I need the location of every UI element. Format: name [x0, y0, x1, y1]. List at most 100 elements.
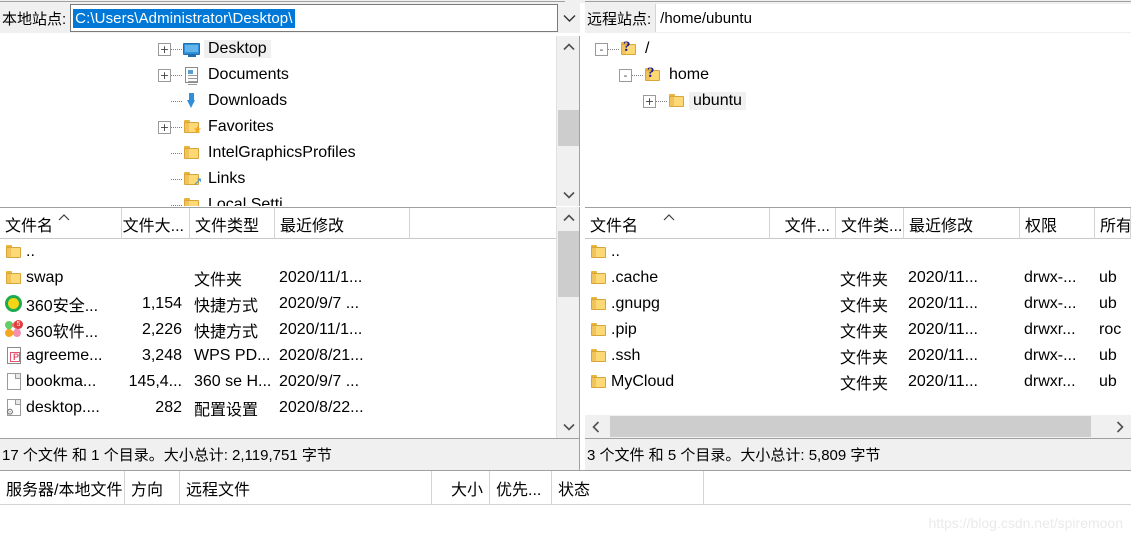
- remote-cell-name: .cache: [611, 269, 659, 286]
- local-status-bar: 17 个文件 和 1 个目录。大小总计: 2,119,751 字节: [0, 438, 580, 470]
- remote-cell-size: [770, 317, 836, 343]
- remote-tree-node[interactable]: -? home: [585, 62, 1131, 88]
- remote-list-hscrollbar[interactable]: [585, 415, 1131, 438]
- remote-directory-tree[interactable]: -? / -? home + ubuntu: [585, 36, 1131, 206]
- tree-connector: [171, 152, 182, 154]
- local-table-row[interactable]: agreeme... 3,248 WPS PD... 2020/8/21...: [0, 343, 579, 369]
- local-file-list[interactable]: 文件名 文件大... 文件类型 最近修改 .. swap 文件夹 2020/11/1... +…: [0, 207, 580, 438]
- local-table-row[interactable]: ..: [0, 239, 579, 265]
- scroll-right-icon[interactable]: [1109, 415, 1131, 438]
- local-column-header-date[interactable]: 最近修改: [275, 208, 410, 239]
- local-tree-vscrollbar[interactable]: [556, 36, 579, 206]
- remote-cell-name: .ssh: [611, 347, 641, 364]
- scroll-thumb[interactable]: [558, 110, 579, 146]
- column-header-label: 文件大...: [122, 217, 184, 235]
- local-path-input[interactable]: C:\Users\Administrator\Desktop\: [70, 4, 558, 32]
- local-table-row[interactable]: 5 360软件... 2,226 快捷方式 2020/11/1...: [0, 317, 579, 343]
- column-header-label: 最近修改: [280, 217, 345, 235]
- scroll-thumb[interactable]: [558, 231, 579, 297]
- remote-cell-size: [770, 239, 836, 265]
- queue-column-header[interactable]: 方向: [125, 471, 180, 504]
- local-tree-node[interactable]: Local Setti: [0, 192, 556, 206]
- remote-column-header-owner[interactable]: 所有: [1095, 208, 1131, 239]
- local-tree-node[interactable]: + Documents: [0, 62, 556, 88]
- queue-column-header[interactable]: 服务器/本地文件: [0, 471, 125, 504]
- local-cell-size: 282: [155, 399, 182, 416]
- remote-cell-type: 文件夹: [840, 324, 889, 341]
- download-arrow-icon: [187, 93, 196, 109]
- scroll-up-icon[interactable]: [557, 36, 580, 58]
- remote-path-input[interactable]: /home/ubuntu: [655, 4, 1131, 32]
- tree-expander[interactable]: -: [619, 68, 632, 82]
- scroll-left-icon[interactable]: [585, 415, 607, 438]
- remote-cell-size: [770, 265, 836, 291]
- remote-cell-type: [836, 239, 904, 265]
- chevron-down-icon[interactable]: [558, 4, 580, 32]
- local-cell-name: 360软件...: [26, 324, 99, 341]
- local-column-header-name[interactable]: 文件名: [0, 208, 122, 239]
- remote-table-row[interactable]: .pip 文件夹 2020/11... drwxr... roc: [585, 317, 1131, 343]
- local-tree-node[interactable]: ↗ Links: [0, 166, 556, 192]
- local-column-header-type[interactable]: 文件类型: [190, 208, 275, 239]
- queue-column-header[interactable]: 状态: [552, 471, 704, 504]
- folder-icon: [669, 94, 684, 107]
- local-tree-view[interactable]: + Desktop + Documents Downloads + ★ Favorites In…: [0, 36, 556, 206]
- queue-column-header[interactable]: 大小: [432, 471, 490, 504]
- remote-table-row[interactable]: .cache 文件夹 2020/11... drwx-... ub: [585, 265, 1131, 291]
- local-table-row[interactable]: swap 文件夹 2020/11/1...: [0, 265, 579, 291]
- remote-cell-owner: ub: [1099, 269, 1117, 286]
- local-cell-type: WPS PD...: [194, 347, 271, 364]
- local-table-row[interactable]: bookma... 145,4... 360 se H... 2020/9/7 ...: [0, 369, 579, 395]
- remote-column-header-perm[interactable]: 权限: [1020, 208, 1095, 239]
- local-table-row[interactable]: +360安全... 1,154 快捷方式 2020/9/7 ...: [0, 291, 579, 317]
- remote-tree-node[interactable]: -? /: [585, 36, 1131, 62]
- tree-expander[interactable]: +: [643, 94, 656, 108]
- local-directory-tree[interactable]: + Desktop + Documents Downloads + ★ Favorites In…: [0, 36, 580, 206]
- local-tree-node[interactable]: + Desktop: [0, 36, 556, 62]
- local-tree-node[interactable]: Downloads: [0, 88, 556, 114]
- remote-column-header-date[interactable]: 最近修改: [904, 208, 1020, 239]
- remote-cell-date: 2020/11...: [908, 347, 978, 364]
- queue-column-header[interactable]: 优先...: [490, 471, 552, 504]
- remote-column-header-size[interactable]: 文件...: [770, 208, 836, 239]
- queue-header[interactable]: 服务器/本地文件 方向 远程文件 大小 优先... 状态: [0, 471, 1131, 505]
- remote-file-list[interactable]: 文件名 文件... 文件类... 最近修改 权限 所有 .. .cache 文件夹 2020/1…: [585, 207, 1131, 438]
- local-column-header-size[interactable]: 文件大...: [122, 208, 190, 239]
- transfer-queue[interactable]: 服务器/本地文件 方向 远程文件 大小 优先... 状态 https://blog.csd…: [0, 470, 1131, 537]
- local-tree-node[interactable]: + ★ Favorites: [0, 114, 556, 140]
- local-table-row[interactable]: ⚙ desktop.... 282 配置设置 2020/8/22...: [0, 395, 579, 421]
- remote-status-bar: 3 个文件 和 5 个目录。大小总计: 5,809 字节: [585, 438, 1131, 470]
- remote-tree-view[interactable]: -? / -? home + ubuntu: [585, 36, 1131, 206]
- local-tree-node[interactable]: IntelGraphicsProfiles: [0, 140, 556, 166]
- remote-column-header-type[interactable]: 文件类...: [836, 208, 904, 239]
- remote-table-row[interactable]: ..: [585, 239, 1131, 265]
- remote-tree-node[interactable]: + ubuntu: [585, 88, 1131, 114]
- tree-expander[interactable]: -: [595, 42, 608, 56]
- local-cell-date: 2020/11/1...: [279, 269, 363, 286]
- scroll-down-icon[interactable]: [557, 416, 580, 438]
- local-cell-size: [122, 239, 190, 265]
- tree-expander[interactable]: +: [158, 42, 171, 56]
- tree-expander[interactable]: +: [158, 120, 171, 134]
- queue-column-header[interactable]: 远程文件: [180, 471, 432, 504]
- remote-column-header-name[interactable]: 文件名: [585, 208, 770, 239]
- local-list-rows[interactable]: .. swap 文件夹 2020/11/1... +360安全... 1,154 快捷方式 2…: [0, 239, 579, 438]
- remote-list-rows[interactable]: .. .cache 文件夹 2020/11... drwx-... ub .gnupg 文件夹…: [585, 239, 1131, 415]
- tree-node-label: Desktop: [204, 40, 271, 58]
- tree-connector: [171, 74, 182, 76]
- remote-table-row[interactable]: .gnupg 文件夹 2020/11... drwx-... ub: [585, 291, 1131, 317]
- scroll-up-icon[interactable]: [557, 207, 580, 229]
- local-cell-size: 1,154: [141, 295, 182, 312]
- remote-list-header[interactable]: 文件名 文件... 文件类... 最近修改 权限 所有: [585, 207, 1131, 239]
- remote-table-row[interactable]: .ssh 文件夹 2020/11... drwx-... ub: [585, 343, 1131, 369]
- scroll-down-icon[interactable]: [557, 184, 580, 206]
- scroll-thumb[interactable]: [610, 416, 1091, 437]
- remote-cell-perm: drwx-...: [1024, 347, 1077, 364]
- local-cell-size: 145,4...: [128, 373, 182, 390]
- local-cell-date: 2020/9/7 ...: [279, 295, 360, 312]
- local-list-header[interactable]: 文件名 文件大... 文件类型 最近修改: [0, 207, 579, 239]
- tree-expander[interactable]: +: [158, 68, 171, 82]
- local-list-vscrollbar[interactable]: [556, 207, 579, 438]
- remote-cell-type: 文件夹: [840, 376, 889, 393]
- remote-table-row[interactable]: MyCloud 文件夹 2020/11... drwxr... ub: [585, 369, 1131, 395]
